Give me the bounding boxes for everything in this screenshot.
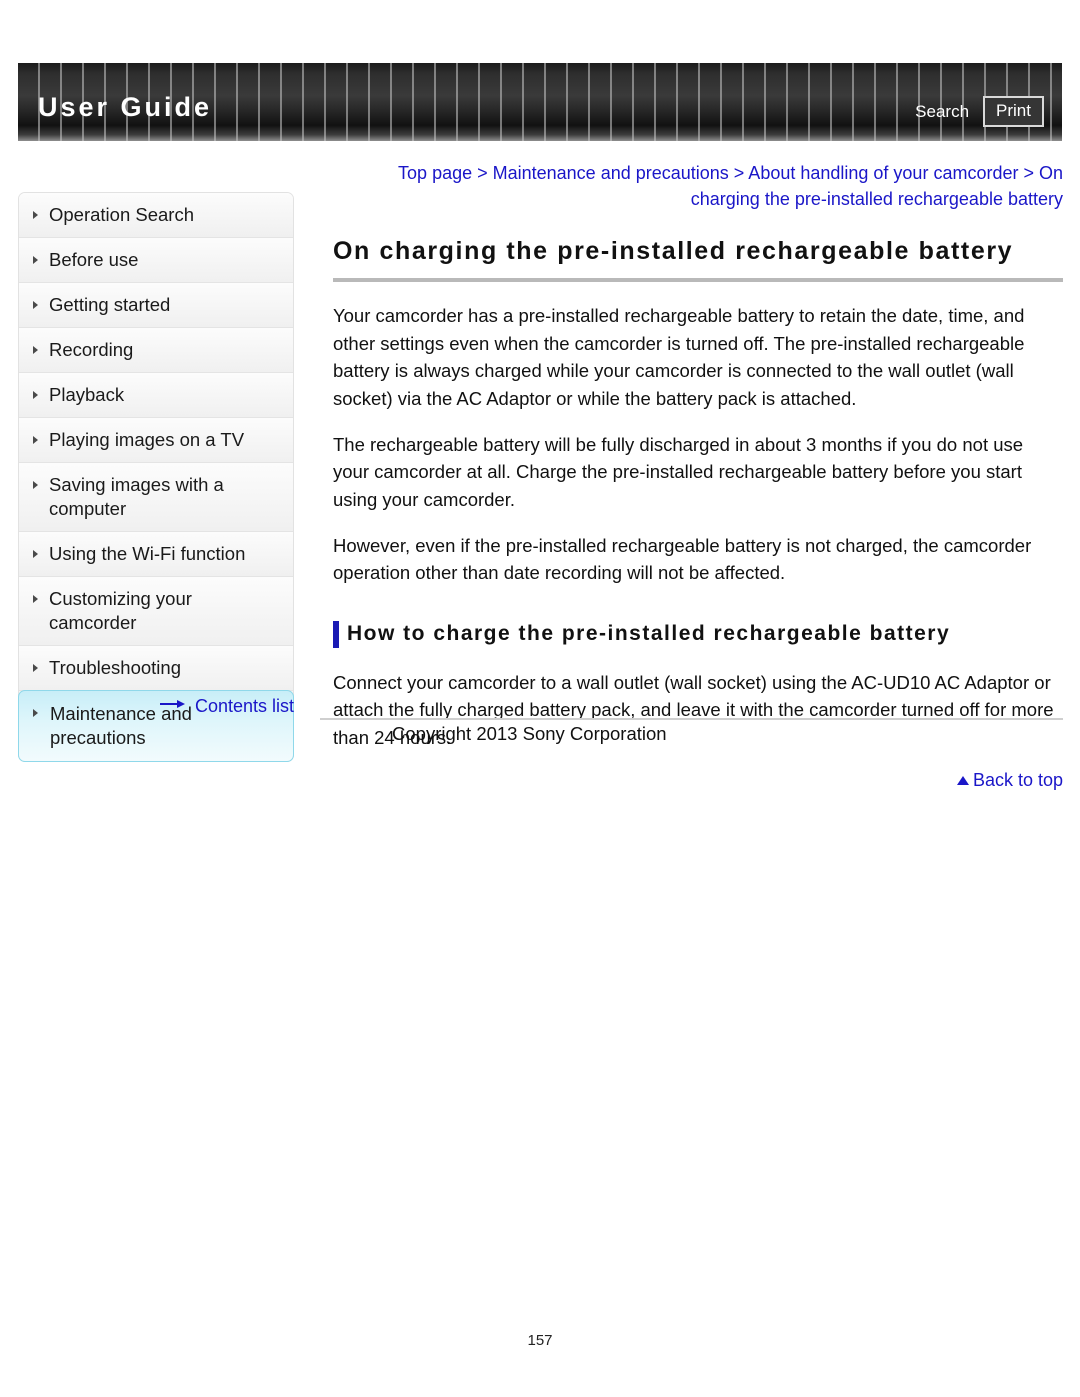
page-title: On charging the pre-installed rechargeab… [333, 234, 1063, 282]
back-to-top-label: Back to top [972, 769, 1063, 790]
triangle-bullet-icon [33, 550, 38, 558]
copyright-text: Copyright 2013 Sony Corporation [392, 723, 667, 744]
section-heading-label: How to charge the pre-installed recharge… [347, 621, 951, 645]
sidebar-item-using-the-wifi-function[interactable]: Using the Wi-Fi function [19, 532, 293, 577]
triangle-bullet-icon [33, 436, 38, 444]
intro-paragraph-3: However, even if the pre-installed recha… [333, 534, 1032, 584]
sidebar-item-label: Before use [49, 249, 139, 270]
sidebar-item-troubleshooting[interactable]: Troubleshooting [19, 646, 293, 691]
sidebar-item-operation-search[interactable]: Operation Search [19, 193, 293, 238]
app-title: User Guide [38, 92, 213, 122]
header-actions: Search Print [915, 96, 1044, 127]
sidebar-item-before-use[interactable]: Before use [19, 238, 293, 283]
sidebar-item-label: Using the Wi-Fi function [49, 543, 246, 564]
contents-list-link[interactable]: Contents list [18, 694, 294, 717]
triangle-bullet-icon [33, 595, 38, 603]
triangle-bullet-icon [33, 481, 38, 489]
header-banner: User Guide Search Print [18, 63, 1062, 141]
triangle-bullet-icon [33, 256, 38, 264]
sidebar-item-label: Recording [49, 339, 134, 360]
triangle-bullet-icon [33, 664, 38, 672]
sidebar-navigation: Operation Search Before use Getting star… [18, 192, 294, 762]
triangle-bullet-icon [33, 391, 38, 399]
sidebar-item-label: Customizing your camcorder [49, 588, 192, 633]
sidebar-item-customizing-your-camcorder[interactable]: Customizing your camcorder [19, 577, 293, 646]
triangle-bullet-icon [33, 346, 38, 354]
search-button[interactable]: Search [915, 103, 969, 120]
sidebar-item-label: Playing images on a TV [49, 429, 245, 450]
sidebar-item-saving-images-with-a-computer[interactable]: Saving images with a computer [19, 463, 293, 532]
sidebar-item-label: Getting started [49, 294, 171, 315]
breadcrumb[interactable]: Top page > Maintenance and precautions >… [333, 160, 1063, 212]
main-content: Top page > Maintenance and precautions >… [333, 160, 1063, 791]
print-button[interactable]: Print [983, 96, 1044, 127]
intro-paragraph-2: The rechargeable battery will be fully d… [333, 433, 1024, 510]
triangle-bullet-icon [33, 211, 38, 219]
sidebar-item-label: Troubleshooting [49, 657, 181, 678]
right-arrow-icon [159, 694, 186, 715]
sidebar-item-playing-images-on-a-tv[interactable]: Playing images on a TV [19, 418, 293, 463]
sidebar-item-playback[interactable]: Playback [19, 373, 293, 418]
intro-paragraph-1: Your camcorder has a pre-installed recha… [333, 305, 1025, 409]
sidebar-item-label: Playback [49, 384, 125, 405]
back-to-top-link[interactable]: Back to top [333, 770, 1063, 791]
triangle-bullet-icon [33, 301, 38, 309]
sidebar-item-label: Operation Search [49, 204, 195, 225]
up-triangle-icon [956, 775, 969, 785]
heading-accent-bar [333, 620, 339, 648]
page-number: 157 [527, 1332, 553, 1349]
section-heading-how-to-charge: How to charge the pre-installed recharge… [333, 619, 1063, 649]
contents-list-label: Contents list [194, 696, 294, 716]
sidebar-item-getting-started[interactable]: Getting started [19, 283, 293, 328]
sidebar-item-recording[interactable]: Recording [19, 328, 293, 373]
sidebar-item-label: Saving images with a computer [49, 474, 224, 519]
